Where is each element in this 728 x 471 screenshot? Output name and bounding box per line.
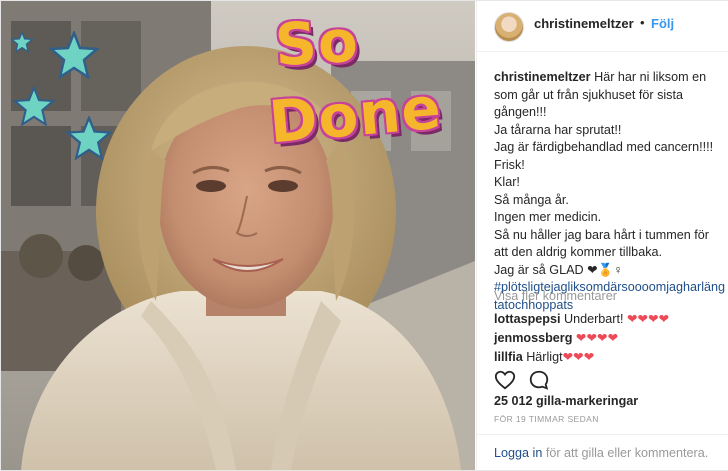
post-caption: christinemeltzer Här har ni liksom en so… bbox=[494, 69, 726, 314]
caption-line: Ingen mer medicin. bbox=[494, 210, 602, 224]
avatar[interactable] bbox=[494, 12, 524, 42]
star-sticker-icon bbox=[11, 31, 33, 53]
comment-bubble-icon[interactable] bbox=[528, 369, 550, 391]
comment-text: Härligt❤❤❤ bbox=[526, 350, 595, 364]
caption-line: Klar! bbox=[494, 175, 520, 189]
so-done-sticker: So Done bbox=[266, 6, 444, 164]
comment-username-link[interactable]: jenmossberg bbox=[494, 331, 572, 345]
comment-row: lillfia Härligt❤❤❤ bbox=[494, 349, 594, 364]
login-prompt-text: för att gilla eller kommentera. bbox=[542, 446, 709, 460]
star-sticker-icon bbox=[13, 86, 55, 126]
post-timestamp[interactable]: FÖR 19 TIMMAR SEDAN bbox=[494, 414, 599, 424]
post-side-panel: christinemeltzer • Följ christinemeltzer… bbox=[476, 1, 728, 470]
sticker-line-2: Done bbox=[266, 73, 445, 157]
like-count[interactable]: 25 012 gilla-markeringar bbox=[494, 394, 638, 408]
view-more-comments-link[interactable]: Visa fler kommentarer bbox=[494, 289, 617, 303]
post-header: christinemeltzer • Följ bbox=[477, 1, 728, 52]
caption-line: Frisk! bbox=[494, 157, 525, 172]
sticker-line-1: So bbox=[273, 6, 361, 80]
heart-outline-icon[interactable] bbox=[494, 369, 516, 391]
star-sticker-icon bbox=[66, 116, 112, 160]
separator-dot: • bbox=[640, 15, 645, 30]
comment-username-link[interactable]: lottaspepsi bbox=[494, 312, 560, 326]
header-username-link[interactable]: christinemeltzer bbox=[534, 16, 634, 31]
comment-text: Underbart! ❤❤❤❤ bbox=[563, 312, 670, 326]
follow-button[interactable]: Följ bbox=[651, 16, 674, 31]
comment-row: jenmossberg ❤❤❤❤ bbox=[494, 330, 618, 345]
caption-line: Så många år. bbox=[494, 192, 569, 207]
caption-line: Ja tårarna har sprutat!! bbox=[494, 122, 622, 137]
comment-row: lottaspepsi Underbart! ❤❤❤❤ bbox=[494, 311, 669, 326]
caption-username-link[interactable]: christinemeltzer bbox=[494, 70, 591, 84]
instagram-post-embed: So Done christinemeltzer • Följ christin… bbox=[0, 0, 728, 471]
star-sticker-icon bbox=[49, 31, 99, 79]
login-prompt: Logga in för att gilla eller kommentera. bbox=[494, 446, 708, 460]
comment-username-link[interactable]: lillfia bbox=[494, 350, 523, 364]
caption-line: Så nu håller jag bara hårt i tummen för … bbox=[494, 227, 709, 260]
comment-text: ❤❤❤❤ bbox=[575, 331, 619, 345]
login-footer: Logga in för att gilla eller kommentera. bbox=[477, 434, 728, 471]
post-photo[interactable]: So Done bbox=[1, 1, 475, 470]
caption-line: Jag är så GLAD ❤🏅♀ bbox=[494, 262, 623, 277]
login-link[interactable]: Logga in bbox=[494, 446, 542, 460]
caption-line: Jag är färdigbehandlad med cancern!!!! bbox=[494, 140, 714, 154]
